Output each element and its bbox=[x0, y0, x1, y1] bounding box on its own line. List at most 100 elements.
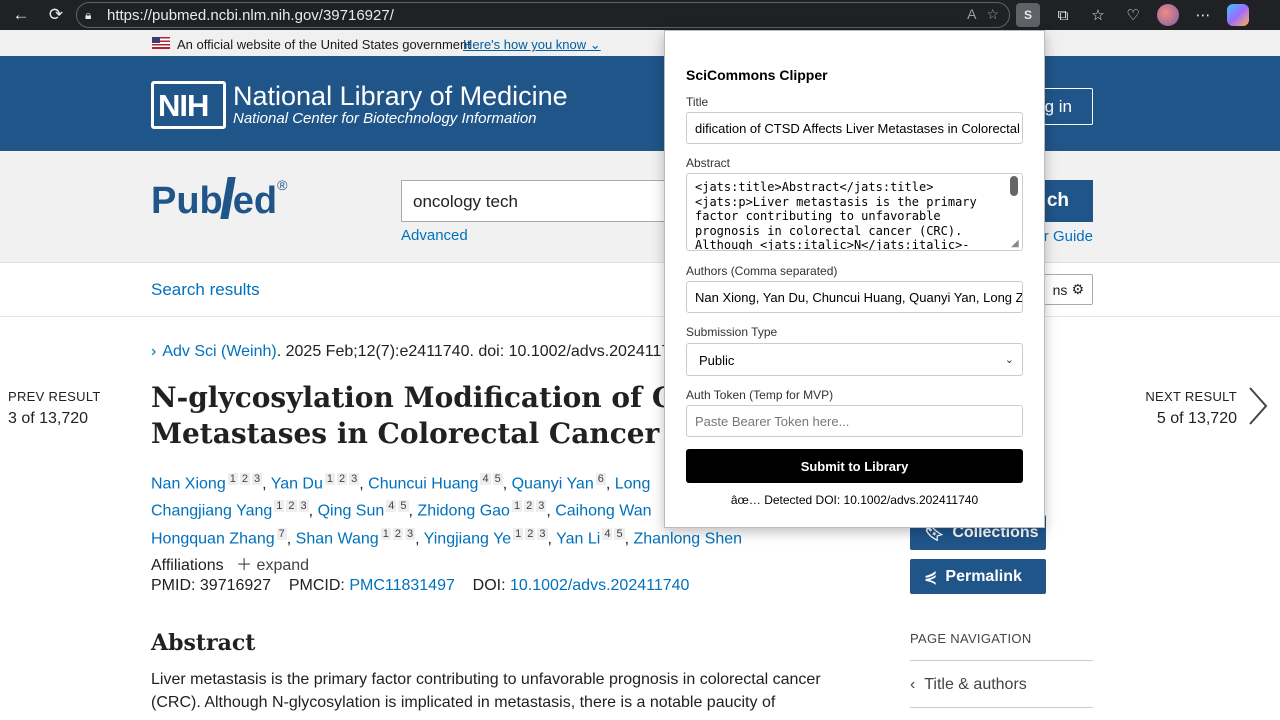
journal-link[interactable]: Adv Sci (Weinh) bbox=[162, 343, 276, 360]
affiliation-ref[interactable]: 1 bbox=[380, 527, 391, 540]
heres-how-link[interactable]: Here's how you know ⌄ bbox=[463, 37, 601, 53]
more-menu-icon[interactable]: ⋯ bbox=[1191, 3, 1215, 27]
permalink-button[interactable]: ⋞ Permalink bbox=[910, 559, 1046, 594]
search-band: Pub ed® oncology tech Advanced ch er Guid… bbox=[0, 151, 1280, 263]
affiliation-ref[interactable]: 3 bbox=[251, 473, 263, 485]
gov-banner: An official website of the United States… bbox=[0, 30, 1280, 56]
nih-logo[interactable]: NIH bbox=[151, 81, 226, 129]
affiliation-ref[interactable]: 1 bbox=[513, 527, 524, 540]
title-label: Title bbox=[686, 95, 709, 109]
affiliation-ref[interactable]: 3 bbox=[298, 500, 309, 513]
affiliation-ref[interactable]: 2 bbox=[524, 500, 535, 513]
author-link[interactable]: Caihong Wan bbox=[555, 503, 651, 520]
author-link[interactable]: Chuncui Huang bbox=[368, 475, 478, 492]
chevron-right-icon[interactable]: › bbox=[151, 343, 156, 360]
author-link[interactable]: Yan Li bbox=[556, 530, 600, 547]
affiliation-ref[interactable]: 1 bbox=[227, 473, 238, 485]
page-nav-title-authors[interactable]: ‹ Title & authors bbox=[910, 676, 1027, 694]
share-icon: ⋞ bbox=[924, 568, 938, 586]
affiliation-ref[interactable]: 2 bbox=[525, 527, 536, 540]
affiliation-ref[interactable]: 5 bbox=[492, 473, 503, 485]
author-link[interactable]: Changjiang Yang bbox=[151, 503, 272, 520]
title-input[interactable]: dification of CTSD Affects Liver Metasta… bbox=[686, 112, 1023, 144]
affiliation-ref[interactable]: 4 bbox=[602, 527, 613, 540]
pmcid-link[interactable]: PMC11831497 bbox=[349, 577, 455, 594]
extensions-puzzle-icon[interactable]: ⧉ bbox=[1051, 3, 1075, 27]
resize-handle-icon[interactable]: ◢ bbox=[1011, 238, 1021, 249]
affiliation-ref[interactable]: 3 bbox=[537, 527, 548, 540]
browser-toolbar: ← ⟳ 🔒︎ https://pubmed.ncbi.nlm.nih.gov/3… bbox=[0, 0, 1280, 30]
back-arrow-icon[interactable]: ← bbox=[8, 2, 34, 28]
affiliations: Affiliations ＋ expand bbox=[151, 557, 310, 574]
author-link[interactable]: Nan Xiong bbox=[151, 475, 226, 492]
textarea-scrollbar[interactable] bbox=[1010, 176, 1018, 196]
divider bbox=[910, 660, 1093, 661]
expand-affiliations-button[interactable]: ＋ expand bbox=[236, 557, 309, 574]
nlm-header: NIH National Library of Medicine Nationa… bbox=[0, 56, 1280, 151]
advanced-search-link[interactable]: Advanced bbox=[401, 227, 468, 244]
doi-link[interactable]: 10.1002/advs.202411740 bbox=[510, 577, 689, 594]
affiliation-ref[interactable]: 4 bbox=[480, 473, 491, 485]
affiliation-ref[interactable]: 7 bbox=[276, 527, 287, 540]
scicommons-clipper-popup: SciCommons Clipper Title dification of C… bbox=[664, 30, 1045, 528]
profile-avatar[interactable] bbox=[1156, 3, 1180, 27]
authors-label: Authors (Comma separated) bbox=[686, 264, 838, 278]
affiliation-ref[interactable]: 2 bbox=[337, 473, 348, 485]
scicommons-extension-icon[interactable]: S bbox=[1016, 3, 1040, 27]
affiliation-ref[interactable]: 2 bbox=[392, 527, 403, 540]
chevron-down-icon: ⌄ bbox=[1004, 354, 1014, 366]
pmid-value: 39716927 bbox=[199, 577, 272, 594]
affiliation-ref[interactable]: 2 bbox=[239, 473, 250, 485]
pubmed-logo[interactable]: Pub ed® bbox=[151, 177, 287, 223]
favorites-icon[interactable]: ☆ bbox=[1086, 3, 1110, 27]
auth-token-input[interactable]: Paste Bearer Token here... bbox=[686, 405, 1023, 437]
browser-essentials-icon[interactable]: ♡ bbox=[1121, 3, 1145, 27]
auth-token-label: Auth Token (Temp for MVP) bbox=[686, 388, 834, 402]
abstract-textarea[interactable]: <jats:title>Abstract</jats:title> <jats:… bbox=[686, 173, 1023, 251]
author-link[interactable]: Yingjiang Ye bbox=[424, 530, 512, 547]
affiliation-ref[interactable]: 4 bbox=[386, 500, 397, 513]
search-results-link[interactable]: Search results bbox=[151, 280, 260, 300]
submit-to-library-button[interactable]: Submit to Library bbox=[686, 449, 1023, 483]
affiliation-ref[interactable]: 1 bbox=[274, 500, 285, 513]
chevron-left-icon: ‹ bbox=[910, 676, 916, 693]
affiliation-ref[interactable]: 3 bbox=[536, 500, 547, 513]
doi-status: âœ… Detected DOI: 10.1002/advs.202411740 bbox=[730, 493, 979, 507]
popup-title: SciCommons Clipper bbox=[686, 67, 828, 83]
submission-type-select[interactable]: Public ⌄ bbox=[686, 343, 1023, 376]
affiliation-ref[interactable]: 3 bbox=[349, 473, 360, 485]
address-bar[interactable]: 🔒︎ https://pubmed.ncbi.nlm.nih.gov/39716… bbox=[76, 2, 1010, 28]
affiliation-ref[interactable]: 3 bbox=[404, 527, 416, 540]
reload-icon[interactable]: ⟳ bbox=[43, 2, 69, 28]
author-link[interactable]: Long bbox=[615, 475, 651, 492]
author-link[interactable]: Hongquan Zhang bbox=[151, 530, 275, 547]
author-link[interactable]: Qing Sun bbox=[318, 503, 385, 520]
next-arrow-icon[interactable] bbox=[1246, 386, 1270, 426]
affiliation-ref[interactable]: 5 bbox=[614, 527, 625, 540]
abstract-label: Abstract bbox=[686, 156, 731, 170]
copilot-icon[interactable] bbox=[1226, 3, 1250, 27]
affiliation-ref[interactable]: 2 bbox=[286, 500, 297, 513]
prev-result[interactable]: PREV RESULT 3 of 13,720 bbox=[8, 389, 101, 428]
journal-citation: › Adv Sci (Weinh). 2025 Feb;12(7):e241174… bbox=[151, 343, 680, 360]
page-navigation-label: PAGE NAVIGATION bbox=[910, 631, 1032, 646]
abstract-heading: Abstract bbox=[151, 630, 256, 656]
author-link[interactable]: Yan Du bbox=[271, 475, 323, 492]
article-ids: PMID: 39716927 PMCID: PMC11831497 DOI: 1… bbox=[151, 577, 690, 594]
author-link[interactable]: Zhidong Gao bbox=[417, 503, 510, 520]
nlm-title: National Library of Medicine bbox=[233, 81, 568, 111]
authors-input[interactable]: Nan Xiong, Yan Du, Chuncui Huang, Quanyi… bbox=[686, 281, 1023, 313]
divider bbox=[910, 707, 1093, 708]
favorite-star-icon[interactable]: ☆ bbox=[986, 6, 999, 23]
nlm-subtitle: National Center for Biotechnology Inform… bbox=[233, 110, 537, 127]
affiliation-ref[interactable]: 1 bbox=[511, 500, 523, 513]
affiliation-ref[interactable]: 5 bbox=[398, 500, 409, 513]
read-aloud-icon[interactable]: A bbox=[967, 6, 976, 23]
affiliation-ref[interactable]: 6 bbox=[595, 473, 606, 485]
affiliation-ref[interactable]: 1 bbox=[324, 473, 336, 485]
next-result[interactable]: NEXT RESULT 5 of 13,720 bbox=[1145, 389, 1237, 428]
author-link[interactable]: Quanyi Yan bbox=[512, 475, 594, 492]
author-link[interactable]: Shan Wang bbox=[296, 530, 379, 547]
url-text: https://pubmed.ncbi.nlm.nih.gov/39716927… bbox=[107, 6, 394, 24]
author-link[interactable]: Zhanlong Shen bbox=[633, 530, 742, 547]
